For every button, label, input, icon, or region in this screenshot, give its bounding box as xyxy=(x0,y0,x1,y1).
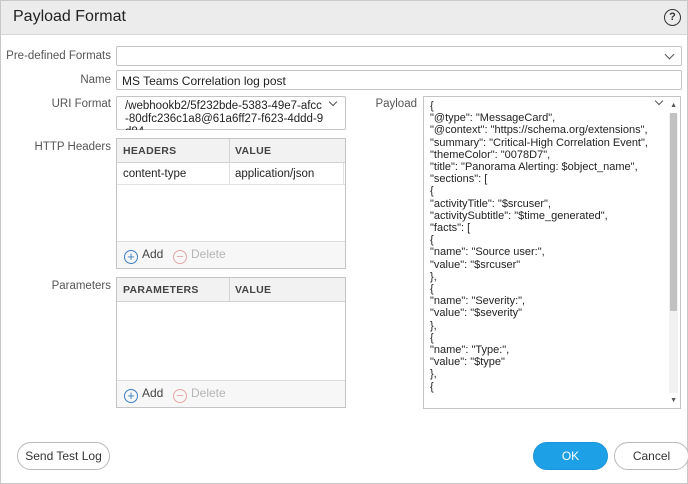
payload-textarea[interactable]: {"@type": "MessageCard", "@context": "htt… xyxy=(423,96,681,409)
payload-line: "facts": [ xyxy=(430,222,471,235)
delete-parameter-button[interactable]: − Delete xyxy=(173,386,226,403)
payload-line: "name": "Type:", xyxy=(430,344,510,357)
chevron-down-icon xyxy=(664,49,675,60)
payload-scrollbar[interactable] xyxy=(669,113,678,393)
minus-circle-icon: − xyxy=(173,389,187,403)
table-header: PARAMETERS VALUE xyxy=(117,278,345,302)
payload-line: "themeColor": "0078D7", xyxy=(430,148,551,161)
uri-format-value: /webhookb2/5f232bde-5383-49e7-afcc-80dfc… xyxy=(125,100,324,130)
header-value-cell: application/json xyxy=(235,168,315,180)
payload-line: "name": "Source user:", xyxy=(430,246,545,259)
add-parameter-button[interactable]: + Add xyxy=(124,386,163,403)
payload-line: { xyxy=(430,380,434,393)
value-column-header: VALUE xyxy=(235,284,272,296)
value-column-header: VALUE xyxy=(235,145,272,157)
payload-line: { xyxy=(430,234,434,247)
payload-line: "activityTitle": "$srcuser", xyxy=(430,197,551,210)
table-toolbar: + Add − Delete xyxy=(117,380,345,407)
table-row[interactable]: content-type application/json xyxy=(117,163,345,185)
table-header: HEADERS VALUE xyxy=(117,139,345,163)
payload-format-dialog: Payload Format ? Pre-defined Formats Nam… xyxy=(0,0,688,484)
header-name-cell: content-type xyxy=(123,168,187,180)
scroll-down-icon[interactable]: ▼ xyxy=(670,397,677,404)
http-headers-label: HTTP Headers xyxy=(34,141,111,153)
send-test-log-button[interactable]: Send Test Log xyxy=(17,442,110,470)
plus-circle-icon: + xyxy=(124,250,138,264)
predefined-formats-select[interactable] xyxy=(116,46,682,66)
dialog-titlebar: Payload Format ? xyxy=(1,1,687,35)
parameters-label: Parameters xyxy=(51,280,111,292)
payload-line: "sections": [ xyxy=(430,173,488,186)
payload-line: { xyxy=(430,185,434,198)
payload-line: "title": "Panorama Alerting: $object_nam… xyxy=(430,161,638,174)
payload-line: { xyxy=(430,100,434,112)
cancel-button[interactable]: Cancel xyxy=(614,442,688,470)
plus-circle-icon: + xyxy=(124,389,138,403)
predefined-formats-label: Pre-defined Formats xyxy=(6,50,111,62)
payload-line: "activitySubtitle": "$time_generated", xyxy=(430,209,608,222)
payload-line: "summary": "Critical-High Correlation Ev… xyxy=(430,136,648,149)
payload-line: "@type": "MessageCard", xyxy=(430,112,556,125)
payload-line: { xyxy=(430,283,434,296)
payload-line: }, xyxy=(430,270,437,283)
payload-line: }, xyxy=(430,319,437,332)
delete-header-button[interactable]: − Delete xyxy=(173,247,226,264)
payload-line: { xyxy=(430,331,434,344)
payload-label: Payload xyxy=(375,98,417,110)
payload-line: "value": "$type" xyxy=(430,356,505,369)
help-icon[interactable]: ? xyxy=(664,9,681,26)
uri-format-label: URI Format xyxy=(51,98,111,110)
dialog-title: Payload Format xyxy=(13,8,126,25)
name-value: MS Teams Correlation log post xyxy=(122,74,286,88)
payload-line: "value": "$srcuser" xyxy=(430,258,521,271)
scroll-up-icon[interactable]: ▲ xyxy=(670,102,677,109)
payload-line: "name": "Severity:", xyxy=(430,295,526,308)
name-input[interactable]: MS Teams Correlation log post xyxy=(116,70,682,90)
payload-line: "value": "$severity" xyxy=(430,307,523,320)
parameters-column-header: PARAMETERS xyxy=(123,284,199,296)
parameters-table: PARAMETERS VALUE + Add − Delete xyxy=(116,277,346,408)
chevron-down-icon xyxy=(328,97,338,107)
payload-line: }, xyxy=(430,368,437,381)
name-label: Name xyxy=(80,74,111,86)
minus-circle-icon: − xyxy=(173,250,187,264)
http-headers-table: HEADERS VALUE content-type application/j… xyxy=(116,138,346,269)
table-toolbar: + Add − Delete xyxy=(117,241,345,268)
payload-content: {"@type": "MessageCard", "@context": "htt… xyxy=(430,100,666,393)
add-header-button[interactable]: + Add xyxy=(124,247,163,264)
scrollbar-thumb[interactable] xyxy=(670,113,677,311)
payload-line: "@context": "https://schema.org/extensio… xyxy=(430,124,648,137)
ok-button[interactable]: OK xyxy=(533,442,608,470)
headers-column-header: HEADERS xyxy=(123,145,177,157)
uri-format-textarea[interactable]: /webhookb2/5f232bde-5383-49e7-afcc-80dfc… xyxy=(116,96,346,130)
